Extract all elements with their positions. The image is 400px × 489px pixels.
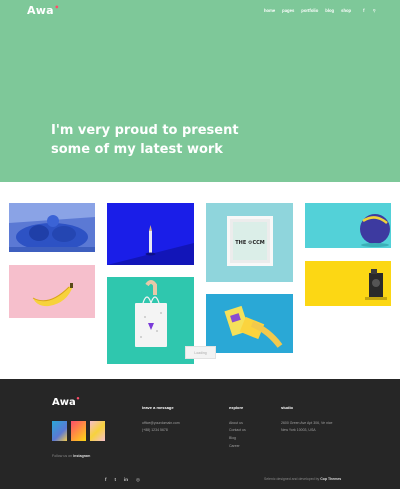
leave-message-heading: leave a message <box>142 405 174 410</box>
footer-logo[interactable]: Awa• <box>52 395 81 408</box>
nav-item-home[interactable]: home <box>264 8 275 13</box>
hero-banner: Awa• home pages portfolio blog shop f ⚲ … <box>0 0 400 182</box>
instagram-link[interactable]: Instagram <box>73 454 90 458</box>
credits-author-link[interactable]: Cop Themes <box>320 477 341 481</box>
dribbble-icon[interactable]: ◎ <box>136 477 140 483</box>
studio-address-line2: New York 10003, USA <box>281 428 316 432</box>
instagram-thumb[interactable] <box>90 421 105 441</box>
footer-credits: Selenic designed and developed by Cop Th… <box>264 477 342 481</box>
main-nav: home pages portfolio blog shop f ⚲ <box>264 8 383 13</box>
footer-logo-dot: • <box>75 395 81 403</box>
portfolio-item-tote-bag[interactable] <box>107 277 194 364</box>
nav-item-pages[interactable]: pages <box>282 8 294 13</box>
portfolio-item-pencil[interactable] <box>107 203 194 265</box>
search-icon[interactable]: ⚲ <box>373 8 376 13</box>
site-logo[interactable]: Awa• <box>27 3 60 17</box>
explore-heading: explore <box>229 405 244 410</box>
follow-us-text: Follow us on Instagram <box>52 454 91 458</box>
nav-item-portfolio[interactable]: portfolio <box>301 8 318 13</box>
explore-link-career[interactable]: Career <box>229 443 240 451</box>
linkedin-icon[interactable]: in <box>124 477 128 483</box>
loading-indicator: Loading <box>185 346 216 359</box>
studio-heading: studio <box>281 405 293 410</box>
hero-title: I'm very proud to present some of my lat… <box>51 123 239 157</box>
logo-dot: • <box>54 3 60 12</box>
explore-link-contact[interactable]: Contact us <box>229 427 246 435</box>
nav-item-blog[interactable]: blog <box>325 8 334 13</box>
facebook-icon[interactable]: f <box>105 477 107 483</box>
instagram-thumb[interactable] <box>52 421 67 441</box>
portfolio-item-framed-print[interactable]: THE ⚙CCM <box>206 203 293 282</box>
portfolio-item-blue-sculpture[interactable] <box>9 203 95 252</box>
twitter-icon[interactable]: t <box>115 477 117 483</box>
facebook-icon[interactable]: f <box>363 8 364 13</box>
portfolio-item-camera[interactable] <box>305 261 391 306</box>
explore-link-blog[interactable]: Blog <box>229 435 236 443</box>
portfolio-item-yellow-cards[interactable] <box>206 294 293 353</box>
instagram-thumb[interactable] <box>71 421 86 441</box>
instagram-thumbnails <box>52 421 105 441</box>
portfolio-item-banana[interactable] <box>9 265 95 318</box>
site-footer: Awa• Follow us on Instagram leave a mess… <box>0 379 400 489</box>
nav-item-shop[interactable]: shop <box>341 8 351 13</box>
svg-text:THE ⚙CCM: THE ⚙CCM <box>235 240 265 246</box>
social-links: f t in ◎ <box>105 477 140 483</box>
portfolio-item-purple-ball[interactable] <box>305 203 391 248</box>
contact-phone: (+88) 1234 5678 <box>142 428 168 432</box>
